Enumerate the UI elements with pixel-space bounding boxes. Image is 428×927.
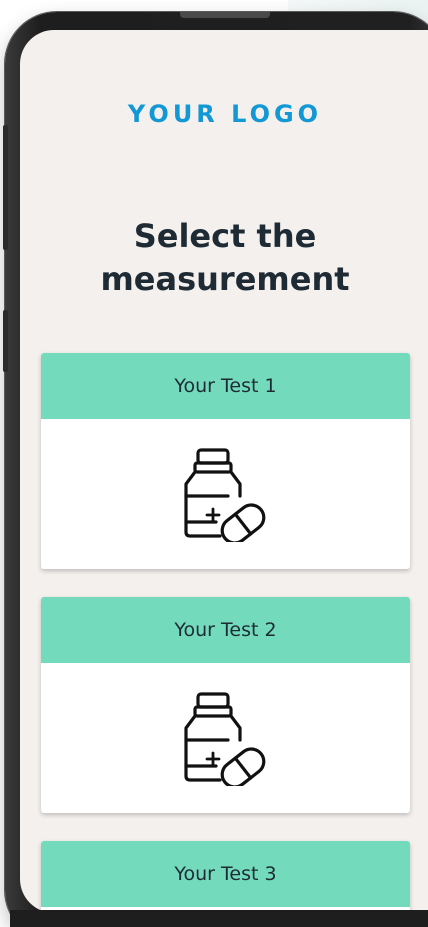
test-card-1[interactable]: Your Test 1 [41,353,410,569]
phone-side-button [3,310,8,372]
brand-logo: YOUR LOGO [127,100,323,128]
test-card-title: Your Test 2 [41,597,410,663]
medicine-bottle-pill-icon [178,446,274,542]
phone-bottom-bezel [10,910,428,927]
phone-side-button [3,125,8,250]
mockup-stage: YOUR LOGO Select the measurement Your Te… [0,0,428,927]
app-screen: YOUR LOGO Select the measurement Your Te… [20,30,428,913]
test-card-body [41,419,410,569]
test-card-title: Your Test 3 [41,841,410,907]
medicine-bottle-pill-icon [178,690,274,786]
test-card-3[interactable]: Your Test 3 [41,841,410,913]
phone-top-speaker [180,12,270,18]
test-card-2[interactable]: Your Test 2 [41,597,410,813]
page-title: Select the measurement [100,217,350,298]
test-card-body [41,663,410,813]
test-card-title: Your Test 1 [41,353,410,419]
